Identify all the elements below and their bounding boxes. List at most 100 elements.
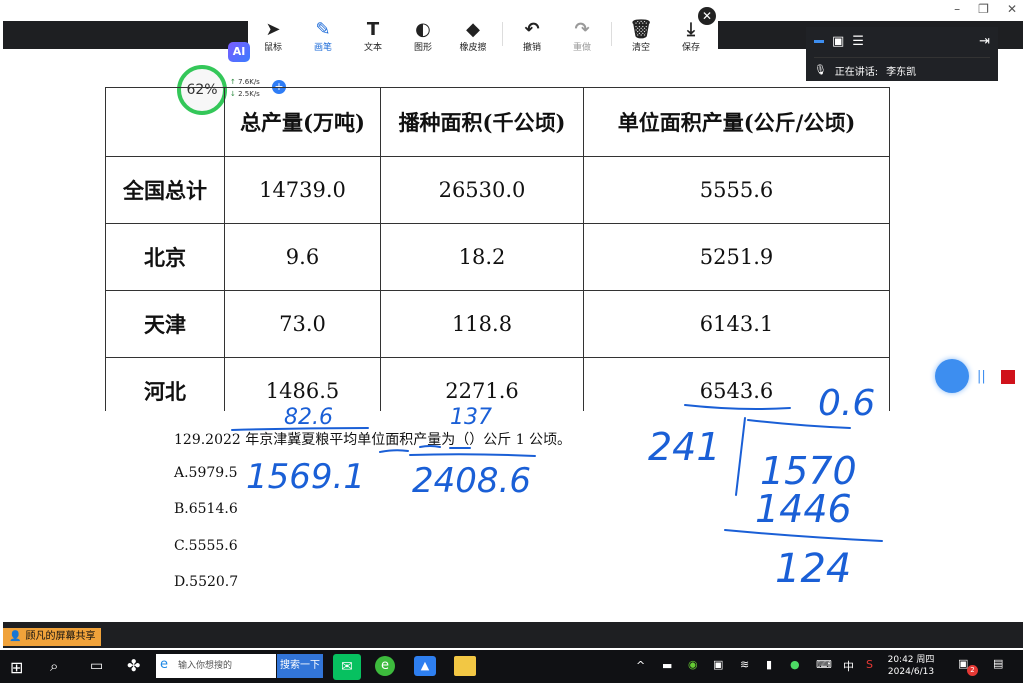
upload-speed: 7.6K/s — [238, 78, 260, 86]
ink-dividend: 1570 — [760, 449, 857, 493]
cell-area: 26530.0 — [380, 156, 584, 224]
table-corner — [105, 87, 225, 157]
windows-start-icon[interactable]: ⊞ — [10, 658, 23, 677]
row-region: 全国总计 — [105, 156, 225, 224]
question-text: 129.2022 年京津冀夏粮平均单位面积产量为（）公斤 1 公顷。 — [174, 432, 572, 448]
speaker-panel: ▣ ☰ ⇥ 🎙 正在讲话: 李东凯 — [806, 27, 998, 81]
window-mode-icon[interactable]: ▣ — [832, 34, 844, 49]
cell-yield: 6143.1 — [583, 290, 890, 358]
window-close-button[interactable]: ✕ — [1007, 2, 1017, 16]
microphone-icon: 🎙 — [814, 64, 827, 76]
cursor-icon: ➤ — [265, 19, 281, 40]
ink-product: 1446 — [755, 487, 852, 531]
option-d: D.5520.7 — [174, 574, 239, 590]
clock-date: 2024/6/13 — [887, 667, 935, 677]
clock[interactable]: 20:42 周四 2024/6/13 — [887, 654, 935, 678]
table-row: 全国总计 14739.0 26530.0 5555.6 — [105, 156, 890, 224]
header-yield: 单位面积产量(公斤/公顷) — [583, 87, 890, 157]
cell-yield: 5251.9 — [583, 223, 890, 291]
toolbar-divider — [502, 22, 503, 46]
toolbar-divider — [611, 22, 612, 46]
ink-remainder: 124 — [775, 546, 851, 592]
minimize-button[interactable]: – — [954, 2, 960, 16]
ime-indicator[interactable]: 中 — [843, 658, 854, 674]
tool-label: 保存 — [681, 43, 700, 53]
shape-icon: ◐ — [415, 19, 431, 40]
action-center-icon[interactable]: ▤ — [993, 657, 1003, 670]
task-view-icon[interactable]: ▭ — [90, 658, 103, 674]
usb-icon[interactable]: ▮ — [766, 658, 772, 671]
wechat-icon[interactable]: ✉ — [333, 654, 361, 680]
option-a: A.5979.5 — [174, 465, 238, 481]
taskbar-search-button[interactable]: 搜索一下 — [277, 654, 323, 678]
row-region: 天津 — [105, 290, 225, 358]
window-controls: – ❐ ✕ — [954, 2, 1017, 16]
tool-redo[interactable]: ↷ 重做 — [557, 10, 607, 58]
toolbar-close-button[interactable]: ✕ — [698, 7, 716, 25]
file-explorer-icon[interactable] — [454, 656, 476, 676]
tool-text[interactable]: T 文本 — [348, 10, 398, 58]
ink-sum-area: 2408.6 — [412, 461, 531, 501]
wifi-icon[interactable]: ≋ — [740, 658, 749, 671]
keyboard-icon[interactable]: ⌨ — [816, 658, 832, 671]
minimize-panel-icon[interactable] — [814, 39, 824, 43]
app-pinwheel-icon[interactable]: ✤ — [127, 656, 140, 675]
meeting-app-icon[interactable]: ▲ — [414, 656, 436, 676]
tray-display-icon[interactable]: ▣ — [713, 658, 723, 671]
cell-total: 9.6 — [224, 223, 381, 291]
speaker-name: 李东凯 — [886, 66, 917, 78]
upload-icon: ↑ — [230, 78, 239, 86]
browser-e-icon: e — [160, 657, 168, 672]
option-b: B.6514.6 — [174, 501, 238, 517]
table-cut-mask — [100, 411, 900, 431]
eraser-icon: ◆ — [466, 19, 480, 40]
taskbar-search-input[interactable]: 输入你想搜的 — [156, 654, 276, 678]
tray-green-icon[interactable]: ● — [790, 658, 800, 671]
header-total: 总产量(万吨) — [224, 87, 381, 157]
table-header-row: 总产量(万吨) 播种面积(千公顷) 单位面积产量(公斤/公顷) — [105, 87, 890, 157]
tool-eraser[interactable]: ◆ 橡皮擦 — [448, 10, 498, 58]
tray-expand-icon[interactable]: ^ — [636, 659, 645, 672]
sogou-ime-icon[interactable]: S — [866, 658, 873, 671]
clock-time: 20:42 周四 — [887, 655, 935, 665]
row-region: 北京 — [105, 223, 225, 291]
ink-divisor: 241 — [648, 425, 721, 469]
tool-shape[interactable]: ◐ 图形 — [398, 10, 448, 58]
undo-icon: ↶ — [524, 19, 540, 40]
tool-pen[interactable]: ✎ 画笔 — [298, 10, 348, 58]
screen-share-bar — [3, 622, 1023, 648]
annotation-toolbar: ➤ 鼠标 ✎ 画笔 T 文本 ◐ 图形 ◆ 橡皮擦 ↶ 撤销 ↷ 重做 🗑 清空 ⤓ 保存 — [248, 10, 718, 58]
pause-icon[interactable]: || — [977, 369, 986, 384]
ink-sum-total: 1569.1 — [246, 457, 365, 497]
tool-label: 图形 — [413, 43, 432, 53]
notification-badge: 2 — [967, 665, 978, 676]
tool-undo[interactable]: ↶ 撤销 — [507, 10, 557, 58]
cell-yield: 5555.6 — [583, 156, 890, 224]
ai-badge[interactable]: AI — [228, 42, 250, 62]
grain-data-table: 总产量(万吨) 播种面积(千公顷) 单位面积产量(公斤/公顷) 全国总计 147… — [105, 87, 890, 425]
stop-recording-button[interactable] — [1001, 370, 1015, 384]
text-icon: T — [366, 19, 380, 40]
trash-icon: 🗑 — [629, 19, 653, 40]
tool-label: 橡皮擦 — [459, 43, 487, 53]
restore-button[interactable]: ❐ — [978, 2, 989, 16]
tool-clear[interactable]: 🗑 清空 — [616, 10, 666, 58]
list-mode-icon[interactable]: ☰ — [852, 34, 864, 49]
speaker-status: 正在讲话: — [834, 66, 879, 78]
tray-app-icon[interactable]: ▬ — [662, 659, 672, 672]
cell-area: 18.2 — [380, 223, 584, 291]
browser-icon[interactable]: e — [375, 656, 395, 676]
option-c: C.5555.6 — [174, 538, 238, 554]
tool-label: 文本 — [363, 43, 382, 53]
tray-game-icon[interactable]: ◉ — [688, 658, 698, 671]
tool-cursor[interactable]: ➤ 鼠标 — [248, 10, 298, 58]
cell-total: 73.0 — [224, 290, 381, 358]
person-icon: 👤 — [9, 631, 22, 642]
cell-area: 118.8 — [380, 290, 584, 358]
header-area: 播种面积(千公顷) — [380, 87, 584, 157]
search-icon[interactable]: ⌕ — [50, 657, 58, 675]
screen-share-label[interactable]: 👤 顾凡的屏幕共享 — [3, 628, 102, 646]
tool-label: 清空 — [631, 43, 650, 53]
collapse-panel-icon[interactable]: ⇥ — [979, 34, 990, 49]
floating-assistant-ball[interactable] — [935, 359, 969, 393]
